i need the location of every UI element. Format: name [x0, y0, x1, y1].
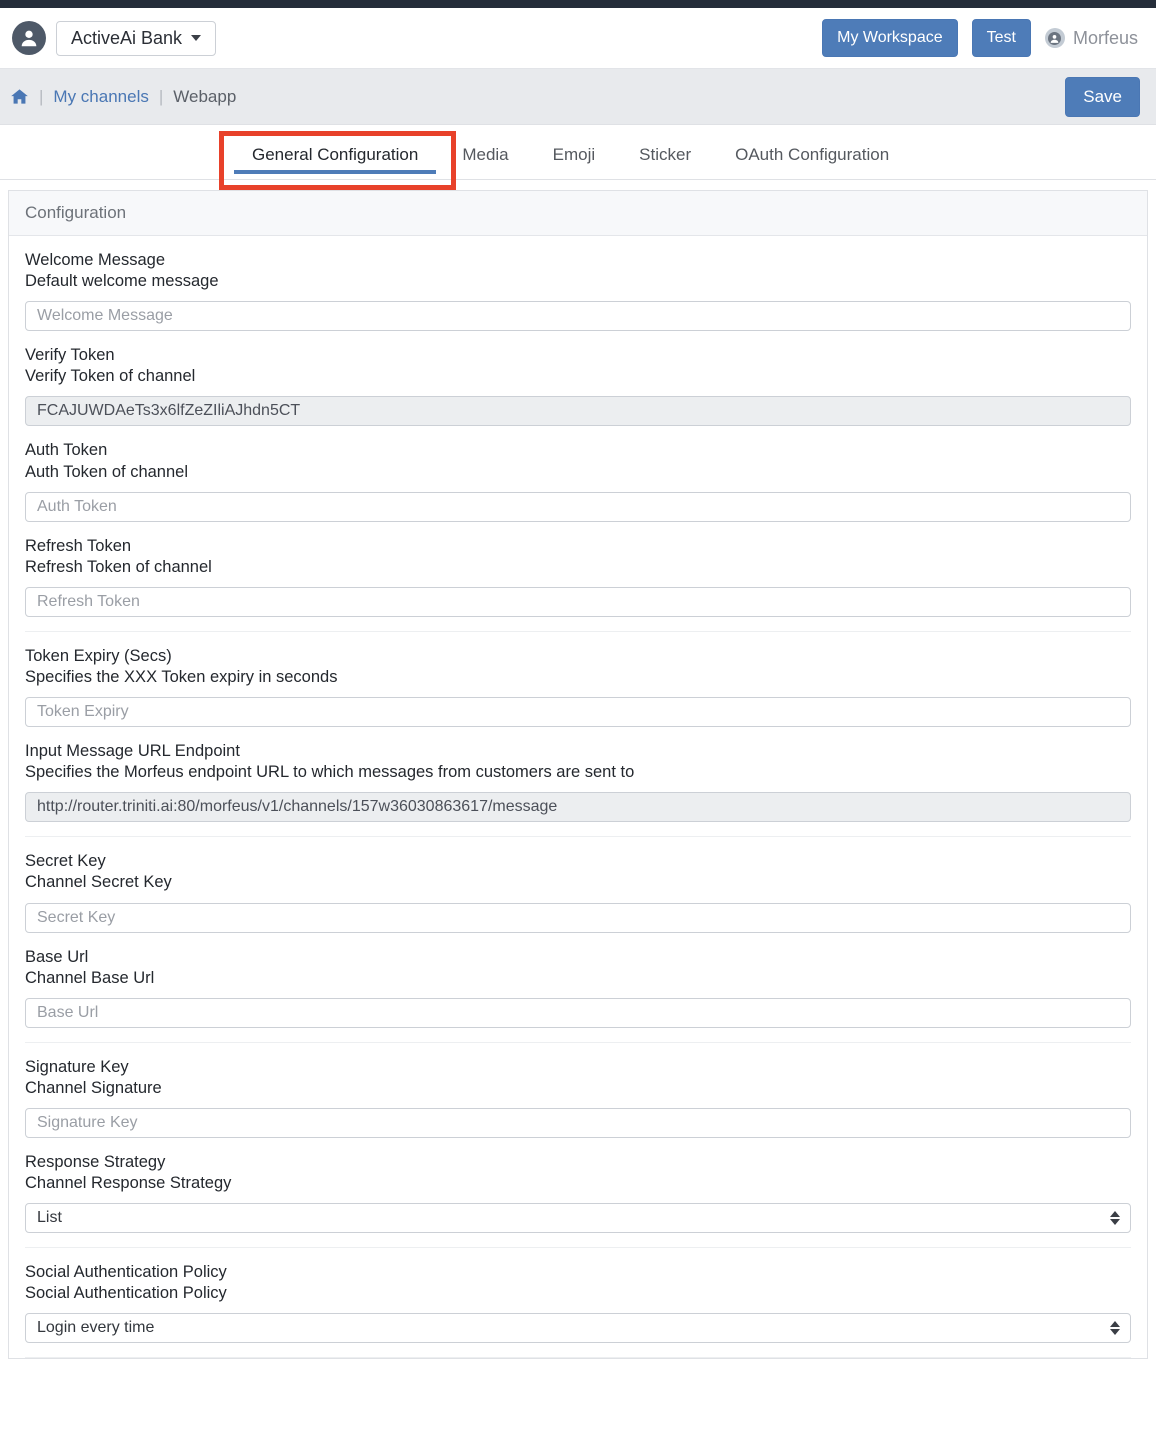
configuration-form: Welcome Message Default welcome message Ve…: [9, 236, 1147, 1357]
tab-media[interactable]: Media: [440, 145, 530, 179]
tab-general-configuration[interactable]: General Configuration: [230, 145, 440, 179]
field-signature-key: Signature Key Channel Signature: [25, 1041, 1131, 1152]
test-button[interactable]: Test: [971, 19, 1031, 57]
field-secret-key: Secret Key Channel Secret Key: [25, 836, 1131, 946]
top-accent-strip: [0, 0, 1156, 8]
field-label-welcome-message: Welcome Message: [25, 251, 166, 269]
field-description-secret-key: Channel Secret Key: [25, 873, 172, 892]
input-refresh-token[interactable]: [25, 586, 1131, 617]
field-description-input-message-url-endpoint: Specifies the Morfeus endpoint URL to wh…: [25, 763, 635, 782]
field-description-auth-token: Auth Token of channel: [25, 462, 188, 481]
tab-bar: General Configuration Media Emoji Sticker OA…: [0, 125, 1156, 190]
tab-sticker[interactable]: Sticker: [617, 145, 713, 179]
field-label-response-strategy: Response Strategy: [25, 1152, 166, 1171]
my-workspace-button[interactable]: My Workspace: [822, 19, 958, 57]
field-description-refresh-token: Refresh Token of channel: [25, 557, 212, 576]
top-navigation-bar: ActiveAi Bank My Workspace Test Morfeus: [0, 8, 1156, 69]
field-label-input-message-url-endpoint: Input Message URL Endpoint: [25, 742, 240, 761]
field-description-welcome-message: Default welcome message: [25, 272, 219, 291]
field-verify-token: Verify Token Verify Token of channel: [25, 345, 1131, 440]
field-label-auth-token: Auth Token: [25, 441, 108, 460]
configuration-panel: Configuration Welcome Message Default wel…: [8, 190, 1148, 1360]
field-description-verify-token: Verify Token of channel: [25, 367, 196, 386]
breadcrumb-bar: | My channels | Webapp Save: [0, 69, 1156, 125]
field-response-strategy: Response Strategy Channel Response Strate…: [25, 1152, 1131, 1247]
input-auth-token[interactable]: [25, 491, 1131, 522]
organization-name: ActiveAi Bank: [71, 27, 183, 48]
select-response-strategy[interactable]: List: [25, 1203, 1131, 1234]
breadcrumb-separator-2: |: [158, 86, 164, 106]
field-label-verify-token: Verify Token: [25, 346, 115, 365]
topbar-actions: My Workspace Test Morfeus: [822, 19, 1138, 57]
input-signature-key[interactable]: [25, 1107, 1131, 1138]
input-secret-key[interactable]: [25, 902, 1131, 933]
breadcrumb-separator-1: |: [39, 86, 44, 106]
field-description-base-url: Channel Base Url: [25, 968, 155, 987]
tab-list: General Configuration Media Emoji Sticker OA…: [8, 125, 1148, 179]
input-base-url[interactable]: [25, 997, 1131, 1028]
field-description-signature-key: Channel Signature: [25, 1078, 162, 1097]
home-icon[interactable]: [10, 87, 29, 106]
input-welcome-message[interactable]: [25, 301, 1131, 332]
user-menu[interactable]: Morfeus: [1044, 27, 1138, 49]
tab-oauth-configuration[interactable]: OAuth Configuration: [713, 145, 911, 179]
input-token-expiry-secs[interactable]: [25, 697, 1131, 728]
field-description-response-strategy: Channel Response Strategy: [25, 1174, 232, 1193]
field-auth-token: Auth Token Auth Token of channel: [25, 440, 1131, 535]
field-label-social-authentication-policy: Social Authentication Policy: [25, 1263, 227, 1282]
user-avatar-icon[interactable]: [12, 21, 46, 55]
save-button[interactable]: Save: [1065, 76, 1140, 117]
user-name-label: Morfeus: [1072, 27, 1138, 48]
field-description-social-authentication-policy: Social Authentication Policy: [25, 1284, 227, 1303]
select-social-authentication-policy[interactable]: Login every time: [25, 1313, 1131, 1344]
select-wrapper-social-authentication-policy: Login every time: [25, 1313, 1131, 1344]
select-wrapper-response-strategy: List: [25, 1203, 1131, 1234]
field-label-signature-key: Signature Key: [25, 1057, 129, 1076]
field-social-authentication-policy: Social Authentication Policy Social Authe…: [25, 1247, 1131, 1357]
field-welcome-message: Welcome Message Default welcome message: [25, 250, 1131, 345]
field-token-expiry-secs: Token Expiry (Secs) Specifies the XXX Tok…: [25, 630, 1131, 741]
panel-title: Configuration: [9, 191, 1147, 236]
field-label-token-expiry-secs: Token Expiry (Secs): [25, 646, 172, 665]
organization-dropdown[interactable]: ActiveAi Bank: [56, 20, 217, 56]
field-label-secret-key: Secret Key: [25, 852, 106, 871]
chevron-down-icon: [191, 35, 202, 41]
field-base-url: Base Url Channel Base Url: [25, 947, 1131, 1042]
field-label-refresh-token: Refresh Token: [25, 536, 132, 555]
input-input-message-url-endpoint[interactable]: [25, 792, 1131, 823]
field-refresh-token: Refresh Token Refresh Token of channel: [25, 536, 1131, 631]
form-bottom-divider: [25, 1357, 1131, 1359]
tab-emoji[interactable]: Emoji: [531, 145, 618, 179]
input-verify-token[interactable]: [25, 396, 1131, 427]
field-label-base-url: Base Url: [25, 947, 89, 966]
breadcrumb-my-channels[interactable]: My channels: [53, 87, 148, 107]
breadcrumb-current-page: Webapp: [173, 86, 237, 106]
user-circle-icon: [1044, 28, 1065, 48]
field-input-message-url-endpoint: Input Message URL Endpoint Specifies the …: [25, 741, 1131, 836]
field-description-token-expiry-secs: Specifies the XXX Token expiry in second…: [25, 667, 338, 686]
